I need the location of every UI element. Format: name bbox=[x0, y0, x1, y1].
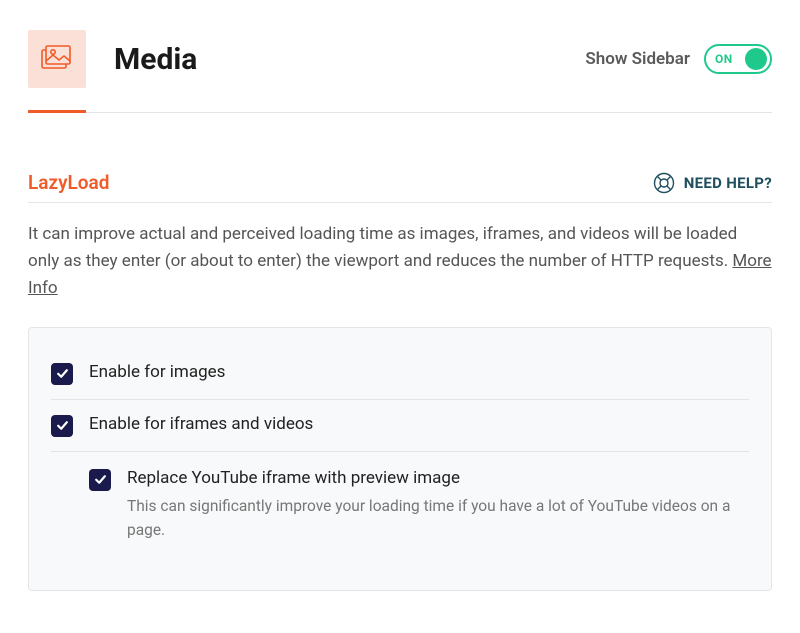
checkmark-icon bbox=[94, 473, 107, 486]
lifebuoy-icon bbox=[653, 172, 675, 194]
show-sidebar-label: Show Sidebar bbox=[585, 49, 690, 69]
header-right: Show Sidebar ON bbox=[585, 44, 772, 74]
setting-youtube-preview: Replace YouTube iframe with preview imag… bbox=[89, 452, 749, 556]
need-help-link[interactable]: NEED HELP? bbox=[653, 172, 772, 194]
toggle-knob bbox=[745, 48, 767, 70]
checkmark-icon bbox=[56, 367, 69, 380]
page-title: Media bbox=[114, 42, 197, 77]
setting-label: Enable for iframes and videos bbox=[89, 414, 749, 434]
tab-underline bbox=[28, 112, 772, 113]
section-header: LazyLoad NEED HELP? bbox=[28, 171, 772, 203]
checkmark-icon bbox=[56, 419, 69, 432]
description-text: It can improve actual and perceived load… bbox=[28, 224, 737, 271]
section-description: It can improve actual and perceived load… bbox=[28, 221, 772, 303]
help-label: NEED HELP? bbox=[684, 174, 772, 192]
setting-content: Replace YouTube iframe with preview imag… bbox=[127, 468, 749, 542]
setting-label: Replace YouTube iframe with preview imag… bbox=[127, 468, 749, 488]
setting-content: Enable for images bbox=[89, 362, 749, 382]
checkbox-enable-images[interactable] bbox=[51, 363, 73, 385]
setting-enable-images: Enable for images bbox=[51, 348, 749, 400]
setting-hint: This can significantly improve your load… bbox=[127, 494, 749, 542]
toggle-state-label: ON bbox=[715, 52, 733, 66]
setting-label: Enable for images bbox=[89, 362, 749, 382]
section-title: LazyLoad bbox=[28, 171, 109, 194]
media-icon bbox=[28, 30, 86, 88]
setting-content: Enable for iframes and videos bbox=[89, 414, 749, 434]
checkbox-youtube-preview[interactable] bbox=[89, 469, 111, 491]
setting-enable-iframes: Enable for iframes and videos bbox=[51, 400, 749, 452]
settings-panel: Enable for images Enable for iframes and… bbox=[28, 327, 772, 591]
header-left: Media bbox=[28, 30, 197, 88]
checkbox-enable-iframes[interactable] bbox=[51, 415, 73, 437]
sidebar-toggle[interactable]: ON bbox=[704, 44, 772, 74]
page-header: Media Show Sidebar ON bbox=[28, 30, 772, 88]
